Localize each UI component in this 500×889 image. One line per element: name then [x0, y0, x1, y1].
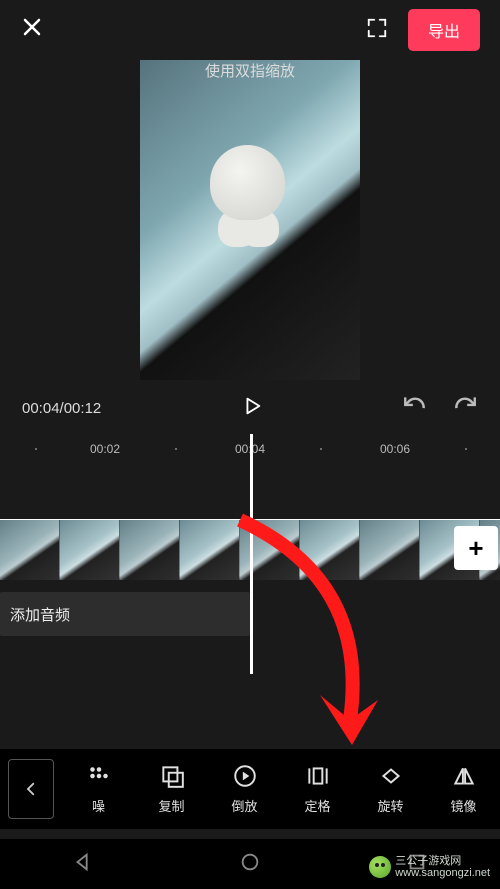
time-mark: 00:02 — [90, 442, 120, 456]
tool-label: 倒放 — [231, 796, 257, 815]
clip-thumbnail[interactable] — [360, 520, 420, 580]
video-preview[interactable] — [140, 60, 360, 380]
add-clip-button[interactable]: + — [454, 526, 498, 570]
tool-label: 复制 — [158, 796, 184, 815]
tool-label: 旋转 — [377, 796, 403, 815]
tool-label: 镜像 — [450, 796, 476, 815]
export-button[interactable]: 导出 — [408, 9, 480, 51]
watermark: 三公子游戏网 www.sangongzi.net — [369, 855, 490, 879]
add-audio-track[interactable]: 添加音频 — [0, 592, 250, 636]
nav-home-icon[interactable] — [239, 851, 261, 878]
tool-label: 噪 — [92, 796, 105, 815]
time-mark: 00:06 — [380, 442, 410, 456]
tool-denoise[interactable]: 噪 — [62, 763, 135, 815]
clip-thumbnail[interactable] — [0, 520, 60, 580]
close-button[interactable] — [20, 14, 44, 46]
tool-copy[interactable]: 复制 — [135, 763, 208, 815]
toolbar-back-button[interactable] — [8, 759, 54, 819]
clip-thumbnail[interactable] — [60, 520, 120, 580]
fullscreen-icon[interactable] — [366, 17, 388, 44]
time-display: 00:04/00:12 — [22, 400, 101, 417]
watermark-logo — [369, 856, 391, 878]
playhead[interactable] — [250, 434, 253, 674]
tool-mirror[interactable]: 镜像 — [427, 763, 500, 815]
tool-rotate[interactable]: 旋转 — [354, 763, 427, 815]
clip-thumbnail[interactable] — [120, 520, 180, 580]
clip-thumbnail[interactable] — [300, 520, 360, 580]
undo-button[interactable] — [402, 393, 428, 424]
tool-reverse[interactable]: 倒放 — [208, 763, 281, 815]
pinch-hint: 使用双指缩放 — [205, 60, 295, 81]
clip-thumbnail[interactable] — [180, 520, 240, 580]
tool-label: 定格 — [304, 796, 330, 815]
preview-area[interactable]: 使用双指缩放 — [0, 60, 500, 380]
redo-button[interactable] — [452, 393, 478, 424]
clip-thumbnail[interactable] — [240, 520, 300, 580]
play-button[interactable] — [241, 395, 263, 422]
nav-back-icon[interactable] — [72, 851, 94, 878]
tool-freeze[interactable]: 定格 — [281, 763, 354, 815]
